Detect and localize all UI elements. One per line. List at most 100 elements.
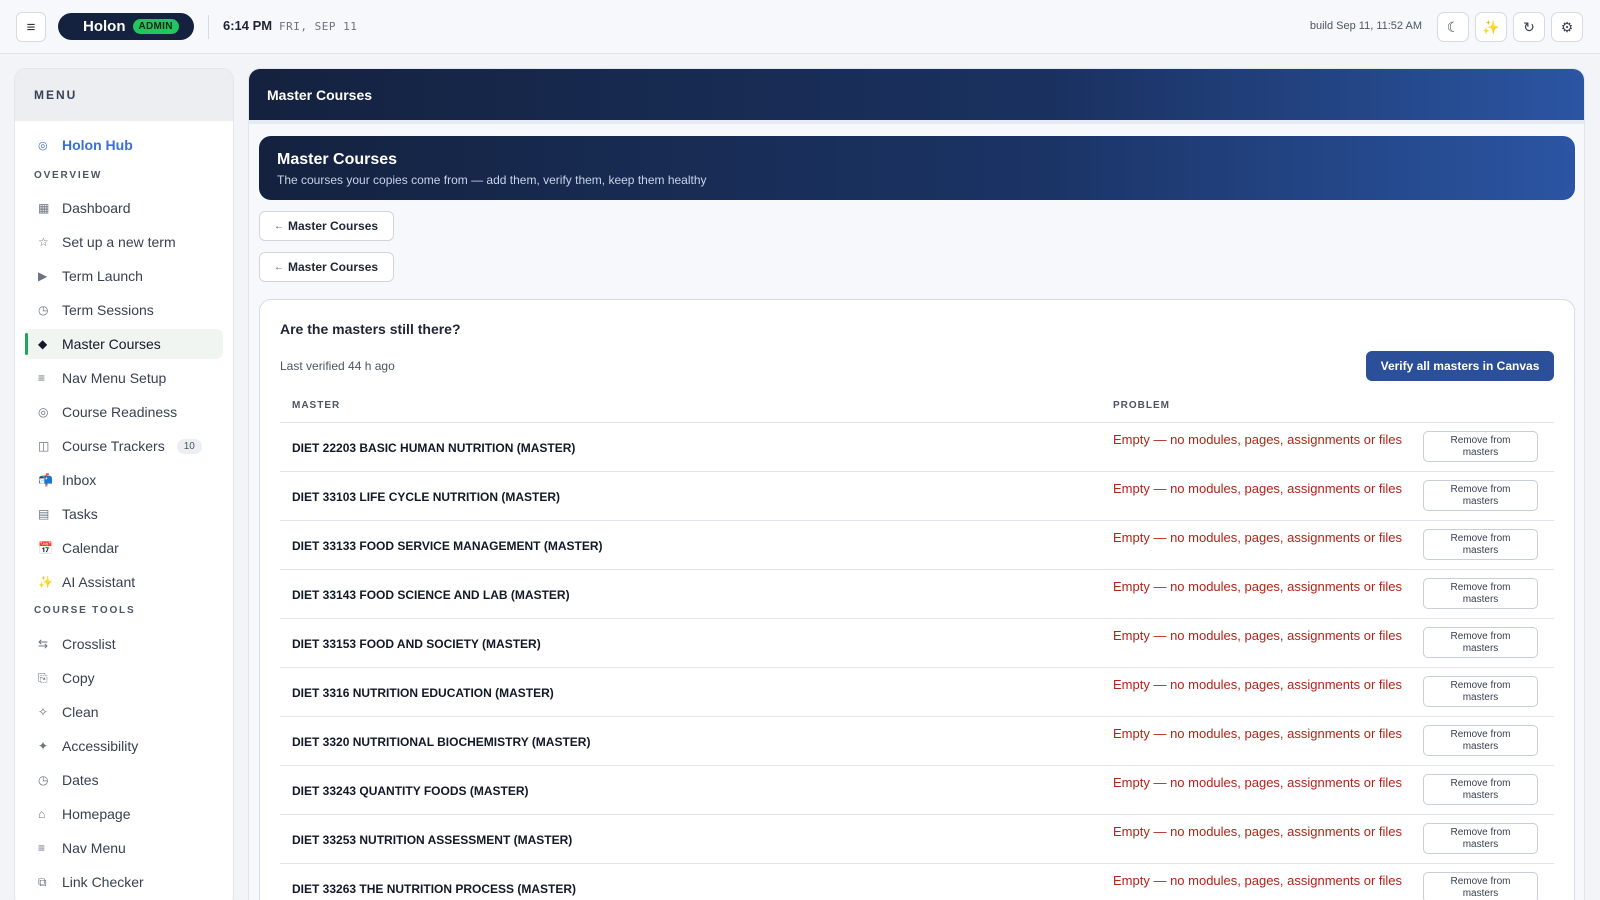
sidebar-item-nav-menu-setup[interactable]: ≡ Nav Menu Setup <box>25 363 223 393</box>
masters-table: MASTER PROBLEM DIET 22203 BASIC HUMAN NU… <box>280 388 1554 900</box>
clock-icon: ◷ <box>38 773 49 787</box>
sidebar-item-course-trackers[interactable]: ◫ Course Trackers 10 <box>25 431 223 461</box>
sidebar-item-accessibility[interactable]: ✦ Accessibility <box>25 731 223 761</box>
build-info: build Sep 11, 11:52 AM <box>1309 20 1422 32</box>
menu-toggle-button[interactable]: ≡ <box>16 12 46 42</box>
table-header: MASTER PROBLEM <box>280 388 1554 423</box>
sidebar-item-label: Calendar <box>62 540 119 556</box>
sidebar-item-nav-menu[interactable]: ≡ Nav Menu <box>25 833 223 863</box>
refresh-button[interactable]: ↻ <box>1513 12 1545 42</box>
hamburger-icon: ≡ <box>26 18 36 36</box>
table-row: DIET 33243 QUANTITY FOODS (MASTER) Empty… <box>280 766 1554 815</box>
sidebar-item-term-launch[interactable]: ▶ Term Launch <box>25 261 223 291</box>
sidebar-item-dates[interactable]: ◷ Dates <box>25 765 223 795</box>
sidebar-item-calendar[interactable]: 📅 Calendar <box>25 533 223 563</box>
swap-icon: ⇆ <box>38 637 49 651</box>
star-icon: ☆ <box>38 235 49 249</box>
hub-icon: ◎ <box>38 139 48 152</box>
sidebar-item-label: Tasks <box>62 506 98 522</box>
theme-toggle-button[interactable]: ☾ <box>1437 12 1469 42</box>
sidebar-item-label: Dates <box>62 772 99 788</box>
sidebar-item-crosslist[interactable]: ⇆ Crosslist <box>25 629 223 659</box>
back-button[interactable]: ← Master Courses <box>259 252 394 282</box>
sidebar-item-master-courses[interactable]: ◆ Master Courses <box>25 329 223 359</box>
master-name: DIET 22203 BASIC HUMAN NUTRITION (MASTER… <box>292 441 576 455</box>
sidebar-item-label: AI Assistant <box>62 574 136 590</box>
divider <box>208 15 209 39</box>
sidebar-item-term-sessions[interactable]: ◷ Term Sessions <box>25 295 223 325</box>
sidebar-item-tasks[interactable]: ▤ Tasks <box>25 499 223 529</box>
ai-button[interactable]: ✨ <box>1475 12 1507 42</box>
sidebar-item-label: Course Readiness <box>62 404 178 420</box>
sidebar-section-overview: OVERVIEW <box>34 170 103 181</box>
table-row: DIET 33133 FOOD SERVICE MANAGEMENT (MAST… <box>280 521 1554 570</box>
sidebar-item-label: Crosslist <box>62 636 116 652</box>
back-button[interactable]: ← Master Courses <box>259 211 394 241</box>
sidebar: MENU ◎ Holon Hub OVERVIEW ▦ Dashboard ☆ … <box>14 68 234 900</box>
moon-icon: ☾ <box>1446 18 1460 35</box>
play-icon: ▶ <box>38 269 48 283</box>
remove-from-masters-button[interactable]: Remove from masters <box>1423 480 1538 511</box>
remove-from-masters-button[interactable]: Remove from masters <box>1423 578 1538 609</box>
remove-from-masters-button[interactable]: Remove from masters <box>1423 774 1538 805</box>
back-button-label: Master Courses <box>288 260 379 274</box>
sidebar-item-new-term[interactable]: ☆ Set up a new term <box>25 227 223 257</box>
problem-text: Empty — no modules, pages, assignments o… <box>1113 677 1403 692</box>
brand-pill[interactable]: Holon ADMIN <box>58 13 194 40</box>
remove-from-masters-button[interactable]: Remove from masters <box>1423 529 1538 560</box>
master-name: DIET 33243 QUANTITY FOODS (MASTER) <box>292 784 529 798</box>
sidebar-item-clean[interactable]: ✧ Clean <box>25 697 223 727</box>
sidebar-item-ai-assistant[interactable]: ✨ AI Assistant <box>25 567 223 597</box>
remove-from-masters-button[interactable]: Remove from masters <box>1423 725 1538 756</box>
master-name: DIET 3316 NUTRITION EDUCATION (MASTER) <box>292 686 554 700</box>
sidebar-item-course-readiness[interactable]: ◎ Course Readiness <box>25 397 223 427</box>
card-title: Are the masters still there? <box>280 321 461 337</box>
calendar-icon: 📅 <box>38 541 53 555</box>
column-header-problem: PROBLEM <box>1113 400 1170 411</box>
table-row: DIET 33263 THE NUTRITION PROCESS (MASTER… <box>280 864 1554 900</box>
clock-time: 6:14 PM <box>223 18 273 33</box>
sidebar-item-label: Term Launch <box>62 268 143 284</box>
top-bar: ≡ Holon ADMIN 6:14 PM FRI, SEP 11 build … <box>0 0 1600 54</box>
sidebar-item-copy[interactable]: ⎘ Copy <box>25 663 223 693</box>
sidebar-item-dashboard[interactable]: ▦ Dashboard <box>25 193 223 223</box>
verify-all-button[interactable]: Verify all masters in Canvas <box>1366 351 1554 381</box>
remove-from-masters-button[interactable]: Remove from masters <box>1423 627 1538 658</box>
table-row: DIET 3316 NUTRITION EDUCATION (MASTER) E… <box>280 668 1554 717</box>
table-row: DIET 22203 BASIC HUMAN NUTRITION (MASTER… <box>280 423 1554 472</box>
copy-icon: ⎘ <box>38 670 48 685</box>
sidebar-item-holon-hub[interactable]: ◎ Holon Hub <box>25 131 223 159</box>
table-row: DIET 33153 FOOD AND SOCIETY (MASTER) Emp… <box>280 619 1554 668</box>
problem-text: Empty — no modules, pages, assignments o… <box>1113 432 1403 447</box>
sidebar-item-label: Homepage <box>62 806 131 822</box>
mailbox-icon: 📬 <box>38 473 53 487</box>
sidebar-item-label: Set up a new term <box>62 234 176 250</box>
masters-check-card: Are the masters still there? Last verifi… <box>259 299 1575 900</box>
sidebar-item-homepage[interactable]: ⌂ Homepage <box>25 799 223 829</box>
dashboard-icon: ▦ <box>38 201 50 215</box>
list-icon: ≡ <box>38 371 46 385</box>
sidebar-item-label: Link Checker <box>62 874 144 890</box>
arrow-left-icon: ← <box>274 220 284 232</box>
remove-from-masters-button[interactable]: Remove from masters <box>1423 431 1538 462</box>
link-icon: ⧉ <box>38 874 47 889</box>
problem-text: Empty — no modules, pages, assignments o… <box>1113 481 1403 496</box>
sidebar-item-inbox[interactable]: 📬 Inbox <box>25 465 223 495</box>
remove-from-masters-button[interactable]: Remove from masters <box>1423 823 1538 854</box>
refresh-icon: ↻ <box>1523 18 1535 35</box>
settings-button[interactable]: ⚙ <box>1551 12 1583 42</box>
remove-from-masters-button[interactable]: Remove from masters <box>1423 676 1538 707</box>
sidebar-item-label: Accessibility <box>62 738 139 754</box>
sidebar-item-label: Clean <box>62 704 99 720</box>
sidebar-item-label: Holon Hub <box>62 137 133 153</box>
page-title: Master Courses <box>249 69 1584 120</box>
problem-text: Empty — no modules, pages, assignments o… <box>1113 873 1403 888</box>
sidebar-item-link-checker[interactable]: ⧉ Link Checker <box>25 867 223 897</box>
accessibility-icon: ✦ <box>38 739 49 753</box>
hero-banner: Master Courses The courses your copies c… <box>259 136 1575 200</box>
sidebar-heading: MENU <box>15 69 233 121</box>
sidebar-item-label: Nav Menu <box>62 840 126 856</box>
remove-from-masters-button[interactable]: Remove from masters <box>1423 872 1538 900</box>
diamond-icon: ◆ <box>38 337 48 351</box>
column-header-master: MASTER <box>292 400 341 411</box>
